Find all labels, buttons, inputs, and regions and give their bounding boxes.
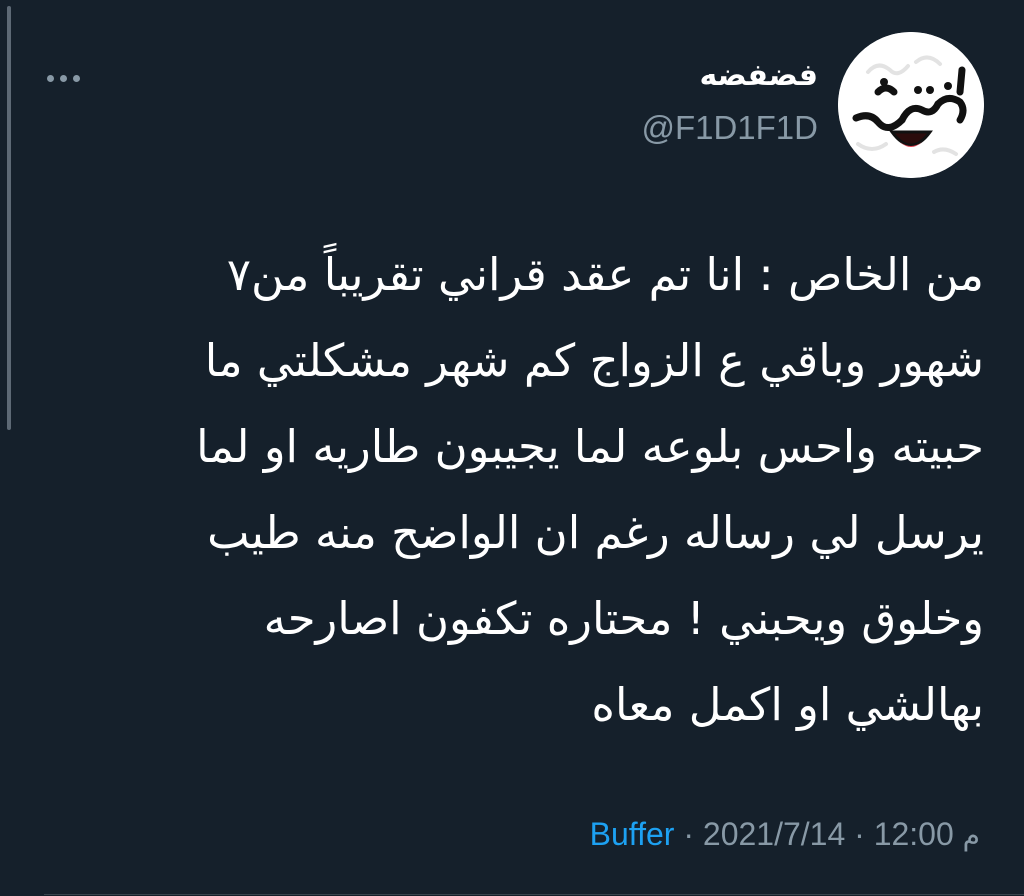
tweet-line: وخلوق ويحبني ! محتاره تكفون اصارحه — [263, 592, 984, 645]
user-info[interactable]: فضفضه @F1D1F1D — [641, 56, 818, 148]
avatar[interactable] — [838, 32, 984, 178]
source-link[interactable]: Buffer — [590, 816, 675, 852]
separator: · — [854, 816, 865, 852]
tweet-line: شهور وباقي ع الزواج كم شهر مشكلتي ما — [204, 334, 984, 387]
scrollbar[interactable] — [0, 0, 14, 896]
tweet-text: من الخاص : انا تم عقد قراني تقريباً من٧ … — [100, 232, 984, 748]
tweet-line: بهالشي او اكمل معاه — [591, 678, 984, 731]
time-ampm: م — [962, 819, 980, 852]
tweet-metadata: Buffer · م 12:00 · 2021/7/14 — [590, 810, 980, 860]
separator: · — [683, 816, 694, 852]
tweet-line: من الخاص : انا تم عقد قراني تقريباً من٧ — [226, 248, 984, 301]
scrollbar-thumb[interactable] — [7, 6, 11, 430]
more-horizontal-icon — [46, 74, 54, 82]
more-options-button[interactable] — [38, 60, 88, 96]
tweet-time[interactable]: 12:00 — [874, 816, 954, 852]
avatar-logo-icon — [838, 32, 984, 178]
tweet-date[interactable]: 2021/7/14 — [703, 816, 845, 852]
user-handle[interactable]: @F1D1F1D — [641, 108, 818, 148]
display-name[interactable]: فضفضه — [641, 56, 818, 96]
tweet-line: حبيته واحس بلوعه لما يجيبون طاريه او لما — [196, 420, 984, 473]
tweet-line: يرسل لي رساله رغم ان الواضح منه طيب — [207, 506, 984, 559]
divider — [44, 894, 1024, 895]
